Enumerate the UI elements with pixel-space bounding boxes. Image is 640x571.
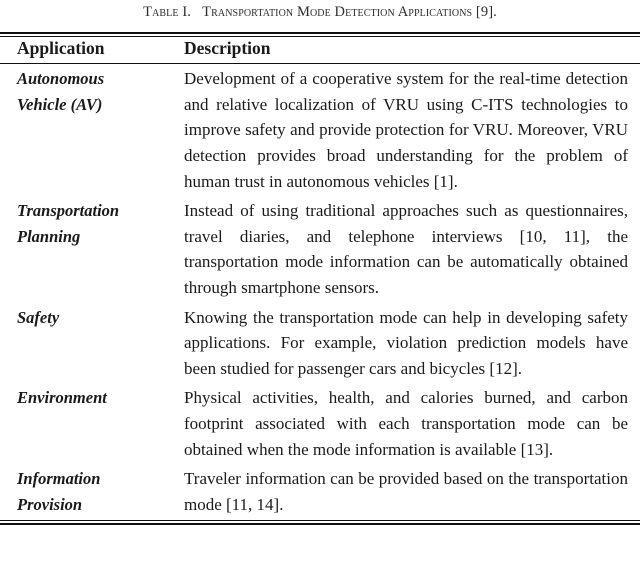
description-text: Knowing the transportation mode can help… [184,307,628,378]
application-line: Information [17,469,101,489]
table-header: Application Description [0,37,640,63]
table-row: Information Provision Traveler informati… [0,464,640,519]
application-line: Safety [17,307,60,327]
description-text: Instead of using traditional approaches … [184,201,628,297]
cell-description: Traveler information can be provided bas… [177,464,640,519]
description-text: Traveler information can be provided bas… [184,469,628,514]
table-caption: Table I. Transportation Mode Detection A… [0,0,640,22]
application-line: Transportation [17,201,120,221]
application-line: Planning [17,226,81,246]
column-header-description: Description [184,38,271,59]
cell-application: Transportation Planning [0,196,177,302]
application-line: Vehicle (AV) [17,94,103,114]
column-header-application: Application [17,38,105,59]
cell-description: Knowing the transportation mode can help… [177,303,640,384]
cell-application: Autonomous Vehicle (AV) [0,64,177,196]
cell-application: Environment [0,383,177,464]
table-row: Transportation Planning Instead of using… [0,196,640,302]
table-row: Environment Physical activities, health,… [0,383,640,464]
caption-number: Table I. [143,4,191,20]
cell-description: Physical activities, health, and calorie… [177,383,640,464]
application-line: Autonomous [17,69,105,89]
description-text: Physical activities, health, and calorie… [184,388,628,459]
table-row: Safety Knowing the transportation mode c… [0,303,640,384]
table-header-row: Application Description [0,37,640,63]
description-text: Development of a cooperative system for … [184,69,628,191]
applications-table: Application Description [0,37,640,63]
table-row: Autonomous Vehicle (AV) Development of a… [0,64,640,196]
caption-reference: [9]. [475,4,497,20]
table-page: Table I. Transportation Mode Detection A… [0,0,640,571]
table-bottom-rule [0,520,640,526]
application-line: Provision [17,494,83,514]
cell-application: Information Provision [0,464,177,519]
applications-table-body: Autonomous Vehicle (AV) Development of a… [0,64,640,519]
cell-description: Instead of using traditional approaches … [177,196,640,302]
caption-title: Transportation Mode Detection Applicatio… [202,4,473,20]
table-body: Autonomous Vehicle (AV) Development of a… [0,64,640,519]
application-line: Environment [17,388,107,408]
cell-application: Safety [0,303,177,384]
cell-description: Development of a cooperative system for … [177,64,640,196]
